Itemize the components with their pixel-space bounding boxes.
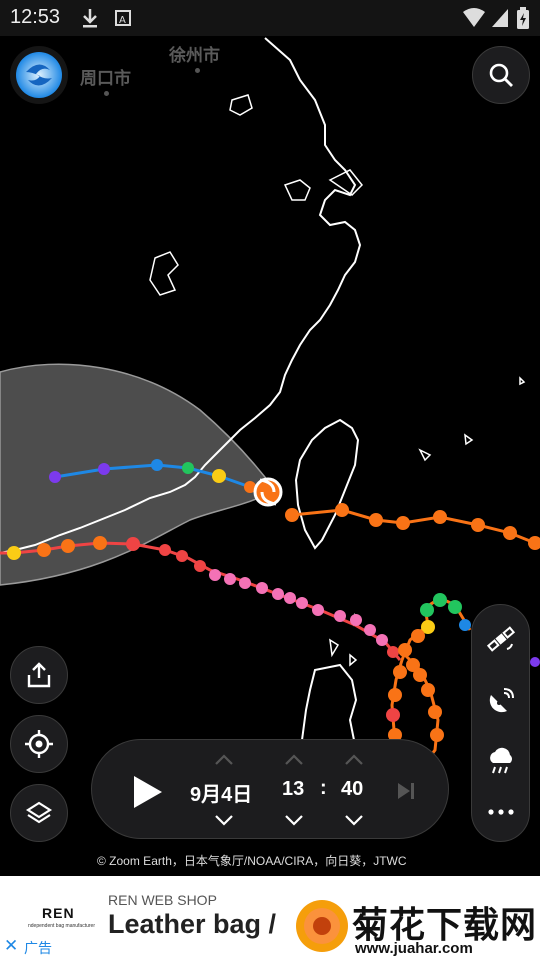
signal-icon <box>492 9 508 27</box>
city-dot <box>104 91 109 96</box>
map-credits: © Zoom Earth，日本气象厅/NOAA/CIRA，向日葵，JTWC <box>97 854 407 868</box>
layers-icon <box>25 801 53 824</box>
layer-panel <box>471 604 530 842</box>
city-dot <box>195 68 200 73</box>
coastline-taiwan <box>294 418 360 550</box>
ad-close-icon[interactable]: ✕ <box>4 936 18 956</box>
skip-to-end-icon[interactable] <box>396 782 416 800</box>
download-icon <box>83 9 97 28</box>
crosshair-icon <box>25 730 53 758</box>
ad-label: 广告 <box>24 940 52 956</box>
time-separator: : <box>320 777 327 799</box>
ad-shop-name: REN WEB SHOP <box>108 892 217 908</box>
svg-text:A: A <box>119 15 126 26</box>
city-label-zhoukou: 周口市 <box>80 69 131 88</box>
layers-button[interactable] <box>10 784 68 842</box>
ad-brand-sub: ndependent bag manufacturer <box>28 923 95 929</box>
minute-down-chevron-icon[interactable] <box>344 814 364 826</box>
date-up-chevron-icon[interactable] <box>214 754 234 766</box>
chrysanthemum-logo-icon <box>296 900 348 952</box>
satellite-icon <box>486 626 515 652</box>
timeline-bar: 9月4日 13 : 40 <box>91 739 449 839</box>
search-icon <box>489 63 513 87</box>
watermark-url: www.juahar.com <box>355 940 473 957</box>
hour-value[interactable]: 13 <box>282 778 304 801</box>
minute-value[interactable]: 40 <box>341 778 363 801</box>
play-button[interactable] <box>132 774 164 810</box>
status-bar: 12:53 A <box>0 0 540 36</box>
city-label-xuzhou: 徐州市 <box>169 46 220 65</box>
search-button[interactable] <box>472 46 530 104</box>
ad-brand: REN <box>42 905 75 921</box>
rain-icon <box>489 747 512 774</box>
status-time: 12:53 <box>10 6 61 28</box>
battery-icon <box>517 7 529 29</box>
zoom-earth-logo-icon[interactable] <box>10 46 68 104</box>
date-down-chevron-icon[interactable] <box>214 814 234 826</box>
share-icon <box>27 662 51 688</box>
share-button[interactable] <box>10 646 68 704</box>
notification-icon: A <box>115 10 131 26</box>
wifi-icon <box>463 8 485 27</box>
date-value[interactable]: 9月4日 <box>190 778 252 807</box>
hour-down-chevron-icon[interactable] <box>284 814 304 826</box>
locate-button[interactable] <box>10 715 68 773</box>
minute-up-chevron-icon[interactable] <box>344 754 364 766</box>
more-button[interactable] <box>472 807 529 817</box>
radar-button[interactable] <box>472 685 529 717</box>
hour-up-chevron-icon[interactable] <box>284 754 304 766</box>
more-icon <box>487 809 514 815</box>
typhoon-icon <box>253 477 283 507</box>
rain-button[interactable] <box>472 745 529 777</box>
satellite-button[interactable] <box>472 623 529 655</box>
ad-headline[interactable]: Leather bag / <box>108 909 276 940</box>
radar-icon <box>489 688 514 713</box>
